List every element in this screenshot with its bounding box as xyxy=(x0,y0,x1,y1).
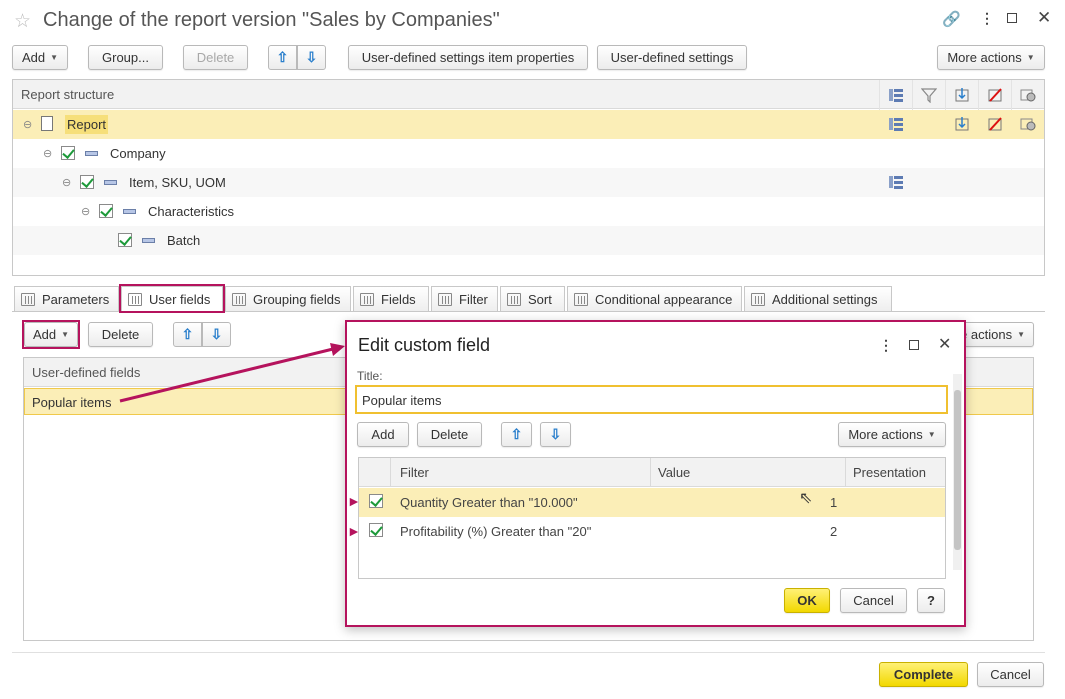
cancel-button[interactable]: Cancel xyxy=(977,662,1044,687)
filter-row[interactable]: Profitability (%) Greater than "20" 2 xyxy=(359,517,945,546)
checkbox[interactable] xyxy=(369,494,383,508)
dialog-delete-button[interactable]: Delete xyxy=(417,422,482,447)
dialog-more-icon[interactable]: ⋮ xyxy=(879,337,893,354)
title-input-value: Popular items xyxy=(362,393,442,408)
column-filter: Filter xyxy=(400,465,429,480)
dialog-maximize-icon[interactable] xyxy=(909,340,919,350)
dialog-title: Edit custom field xyxy=(358,335,491,355)
mouse-cursor-icon: ⇖ xyxy=(799,490,813,507)
footer-divider xyxy=(12,652,1045,653)
title-field-label: Title: xyxy=(357,369,383,383)
filter-row-condition: Quantity Greater than "10.000" xyxy=(400,495,578,510)
arrow-down-icon: ⇩ xyxy=(549,426,562,442)
ok-button[interactable]: OK xyxy=(784,588,830,613)
column-presentation: Presentation xyxy=(853,465,926,480)
checkbox[interactable] xyxy=(369,523,383,537)
dialog-move-down-button[interactable]: ⇩ xyxy=(540,422,571,447)
column-value: Value xyxy=(658,465,691,480)
filter-row-value: 1 xyxy=(830,495,838,510)
dialog-more-actions-button[interactable]: More actions ▼ xyxy=(838,422,946,447)
title-input[interactable]: Popular items xyxy=(355,385,948,414)
dropdown-caret-icon: ▼ xyxy=(927,430,936,439)
filter-row-value: 2 xyxy=(830,524,838,539)
dialog-close-icon[interactable]: ✕ xyxy=(938,334,951,354)
dialog-scrollbar[interactable] xyxy=(953,374,962,570)
row-pointer-icon: ► xyxy=(347,493,361,509)
help-button[interactable]: ? xyxy=(917,588,945,613)
row-pointer-icon: ► xyxy=(347,523,361,539)
filter-row[interactable]: Quantity Greater than "10.000" 1 ⇖ xyxy=(359,488,945,517)
filter-grid: Filter Value Presentation Quantity Great… xyxy=(358,457,946,579)
dialog-move-up-button[interactable]: ⇧ xyxy=(501,422,532,447)
complete-button[interactable]: Complete xyxy=(879,662,968,687)
arrow-up-icon: ⇧ xyxy=(510,426,523,442)
filter-row-condition: Profitability (%) Greater than "20" xyxy=(400,524,592,539)
edit-custom-field-dialog: Edit custom field ⋮ ✕ Title: Popular ite… xyxy=(345,320,966,627)
filter-grid-header: Filter Value Presentation xyxy=(359,458,945,487)
dialog-cancel-button[interactable]: Cancel xyxy=(840,588,907,613)
dialog-add-button[interactable]: Add xyxy=(357,422,409,447)
